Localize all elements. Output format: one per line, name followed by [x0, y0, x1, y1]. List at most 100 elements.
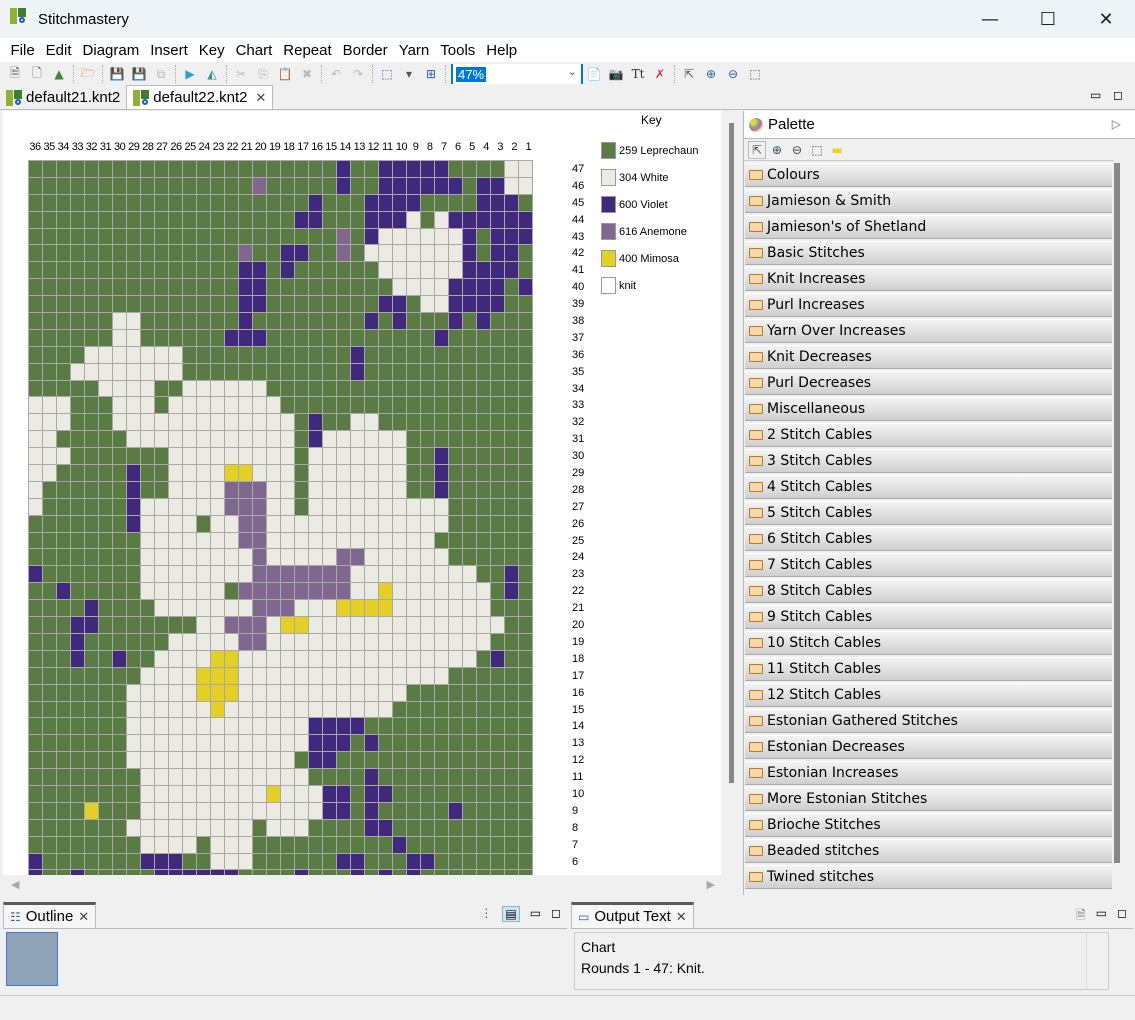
stitch-cell[interactable] — [127, 161, 141, 178]
stitch-cell[interactable] — [295, 785, 309, 803]
stitch-cell[interactable] — [295, 752, 309, 770]
stitch-cell[interactable] — [421, 532, 435, 550]
stitch-cell[interactable] — [519, 819, 533, 837]
stitch-cell[interactable] — [435, 481, 449, 499]
stitch-cell[interactable] — [253, 313, 267, 330]
stitch-cell[interactable] — [477, 650, 491, 668]
zoom-out-icon[interactable]: ⊖ — [722, 64, 744, 84]
stitch-cell[interactable] — [183, 684, 197, 702]
stitch-cell[interactable] — [99, 380, 113, 398]
stitch-cell[interactable] — [155, 296, 169, 314]
stitch-cell[interactable] — [169, 819, 183, 837]
stitch-cell[interactable] — [435, 329, 449, 347]
stitch-cell[interactable] — [477, 617, 491, 634]
stitch-cell[interactable] — [183, 549, 197, 567]
mirror-icon[interactable]: ◭ — [201, 64, 223, 84]
stitch-cell[interactable] — [253, 769, 267, 786]
stitch-cell[interactable] — [197, 684, 211, 702]
document-icon[interactable]: 🗎 — [1076, 906, 1086, 927]
stitch-cell[interactable] — [267, 279, 281, 297]
stitch-cell[interactable] — [365, 600, 379, 618]
stitch-cell[interactable] — [29, 549, 43, 567]
stitch-cell[interactable] — [211, 194, 225, 212]
stitch-cell[interactable] — [463, 532, 477, 550]
stitch-cell[interactable] — [365, 617, 379, 634]
stitch-cell[interactable] — [43, 769, 57, 786]
palette-drawer[interactable]: Estonian Gathered Stitches — [745, 709, 1112, 733]
stitch-cell[interactable] — [323, 363, 337, 381]
stitch-cell[interactable] — [519, 769, 533, 786]
stitch-cell[interactable] — [169, 177, 183, 195]
stitch-cell[interactable] — [393, 329, 407, 347]
menu-insert[interactable]: Insert — [145, 42, 194, 59]
stitch-cell[interactable] — [211, 296, 225, 314]
stitch-cell[interactable] — [281, 279, 295, 297]
stitch-cell[interactable] — [43, 363, 57, 381]
stitch-cell[interactable] — [449, 684, 463, 702]
marquee-icon[interactable]: ⬚ — [744, 64, 766, 84]
stitch-cell[interactable] — [505, 481, 519, 499]
stitch-cell[interactable] — [365, 684, 379, 702]
stitch-cell[interactable] — [365, 380, 379, 398]
stitch-cell[interactable] — [141, 177, 155, 195]
stitch-cell[interactable] — [43, 735, 57, 753]
stitch-cell[interactable] — [519, 380, 533, 398]
stitch-cell[interactable] — [99, 296, 113, 314]
stitch-cell[interactable] — [43, 448, 57, 466]
stitch-cell[interactable] — [421, 448, 435, 466]
stitch-cell[interactable] — [421, 566, 435, 584]
stitch-cell[interactable] — [197, 431, 211, 449]
stitch-cell[interactable] — [323, 346, 337, 364]
stitch-cell[interactable] — [309, 650, 323, 668]
stitch-cell[interactable] — [211, 600, 225, 618]
stitch-cell[interactable] — [477, 532, 491, 550]
stitch-cell[interactable] — [57, 380, 71, 398]
stitch-cell[interactable] — [183, 532, 197, 550]
stitch-cell[interactable] — [379, 448, 393, 466]
stitch-cell[interactable] — [463, 785, 477, 803]
stitch-cell[interactable] — [183, 380, 197, 398]
stitch-cell[interactable] — [435, 346, 449, 364]
stitch-cell[interactable] — [505, 785, 519, 803]
zoom-level-combo[interactable]: 47% ⌄ — [451, 64, 583, 84]
stitch-cell[interactable] — [85, 498, 99, 516]
stitch-cell[interactable] — [379, 802, 393, 820]
stitch-cell[interactable] — [253, 549, 267, 567]
stitch-cell[interactable] — [225, 245, 239, 263]
stitch-cell[interactable] — [113, 515, 127, 533]
stitch-cell[interactable] — [71, 752, 85, 770]
stitch-cell[interactable] — [421, 431, 435, 449]
stitch-cell[interactable] — [281, 769, 295, 786]
stitch-cell[interactable] — [365, 245, 379, 263]
stitch-cell[interactable] — [421, 414, 435, 432]
stitch-cell[interactable] — [323, 397, 337, 415]
stitch-cell[interactable] — [393, 549, 407, 567]
stitch-cell[interactable] — [183, 194, 197, 212]
stitch-cell[interactable] — [71, 735, 85, 753]
stitch-cell[interactable] — [71, 262, 85, 280]
stitch-cell[interactable] — [379, 600, 393, 618]
stitch-cell[interactable] — [155, 414, 169, 432]
stitch-cell[interactable] — [435, 194, 449, 212]
stitch-cell[interactable] — [491, 650, 505, 668]
stitch-cell[interactable] — [519, 600, 533, 618]
stitch-cell[interactable] — [463, 853, 477, 871]
stitch-cell[interactable] — [435, 498, 449, 516]
stitch-cell[interactable] — [113, 211, 127, 229]
stitch-cell[interactable] — [113, 583, 127, 601]
stitch-cell[interactable] — [71, 650, 85, 668]
palette-drawer[interactable]: Knit Decreases — [745, 345, 1112, 369]
stitch-cell[interactable] — [225, 161, 239, 178]
stitch-cell[interactable] — [169, 465, 183, 482]
menu-border[interactable]: Border — [337, 42, 393, 59]
stitch-cell[interactable] — [351, 380, 365, 398]
stitch-cell[interactable] — [85, 279, 99, 297]
stitch-cell[interactable] — [491, 853, 505, 871]
stitch-cell[interactable] — [337, 363, 351, 381]
stitch-cell[interactable] — [197, 329, 211, 347]
stitch-cell[interactable] — [29, 769, 43, 786]
stitch-cell[interactable] — [337, 177, 351, 195]
stitch-cell[interactable] — [505, 228, 519, 246]
stitch-cell[interactable] — [197, 583, 211, 601]
menu-repeat[interactable]: Repeat — [278, 42, 337, 59]
